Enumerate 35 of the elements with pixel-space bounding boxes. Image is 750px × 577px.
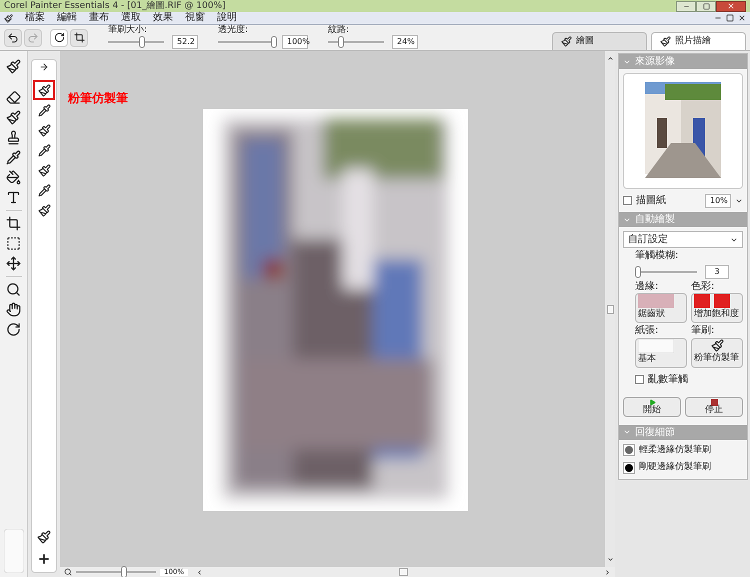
callout-label: 粉筆仿製筆 [68, 90, 128, 107]
option-label: 筆刷: [691, 325, 716, 338]
preset-dropdown[interactable]: 自訂設定 [623, 231, 743, 248]
option-label: 色彩: [691, 280, 716, 293]
menu-item[interactable]: 檔案 [25, 13, 45, 23]
option-button[interactable]: 基本 [635, 338, 687, 368]
slider-label: 筆觸模糊: [635, 250, 680, 262]
menu-item[interactable]: 畫布 [89, 13, 109, 23]
checkbox-label: 亂數筆觸 [648, 372, 688, 386]
slider-label: 紋路: [328, 26, 350, 35]
value-field[interactable]: 24% [392, 35, 418, 49]
start-button[interactable]: 開始 [623, 396, 681, 416]
restore-brush-item[interactable]: 剛硬邊緣仿製筆刷 [623, 461, 743, 474]
menu-item[interactable]: 選取 [121, 13, 141, 23]
tab[interactable]: 照片描繪 [651, 32, 746, 50]
option-label: 邊緣: [635, 280, 660, 293]
zoom-dropdown[interactable]: 10% [705, 194, 731, 208]
window-title: Corel Painter Essentials 4 - [01_繪圖.RIF @ 100%] [4, 2, 226, 10]
option-button[interactable]: 增加飽和度 [691, 293, 743, 323]
stop-button[interactable]: 停止 [685, 396, 743, 416]
option-label: 紙張: [635, 325, 660, 338]
value-field[interactable]: 100% [282, 35, 308, 49]
menu-item[interactable]: 視窗 [185, 13, 205, 23]
slider-label: 筆刷大小: [108, 26, 148, 35]
option-button[interactable]: 鋸齒狀 [635, 293, 687, 323]
checkbox-label: 描圖紙 [636, 194, 666, 208]
slider-label: 透光度: [218, 26, 250, 35]
value-field[interactable]: 52.2 [172, 35, 198, 49]
value-field[interactable]: 3 [705, 264, 729, 278]
option-button[interactable]: 粉筆仿製筆 [691, 338, 743, 368]
restore-brush-item[interactable]: 輕柔邊緣仿製筆刷 [623, 444, 743, 457]
menu-item[interactable]: 編輯 [57, 13, 77, 23]
tab[interactable]: 繪圖 [552, 32, 647, 50]
menu-item[interactable]: 效果 [153, 13, 173, 23]
menu-item[interactable]: 說明 [217, 13, 237, 23]
